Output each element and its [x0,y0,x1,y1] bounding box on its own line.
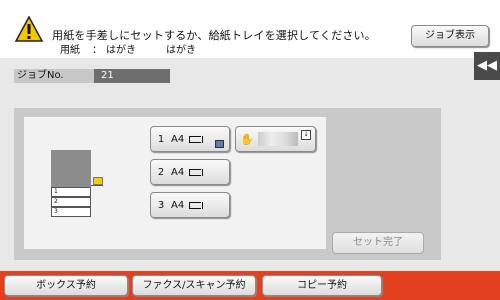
paper-size: A4 [171,133,185,145]
paper-size: A4 [171,166,185,178]
tray-2-button[interactable]: 2 A4 [150,159,230,185]
tray-number: 2 [157,166,165,178]
job-number-value: 21 [94,69,170,83]
warning-icon [15,16,43,42]
tray-number: 1 [157,133,165,145]
paper-separator: ： [92,45,102,56]
set-complete-button[interactable]: セット完了 [332,232,424,254]
hand-icon: ✋ [240,132,254,146]
paper-orientation-icon [189,201,203,209]
bypass-connector [91,185,103,186]
paper-label: 用紙 [60,45,80,56]
double-chevron-left-icon: ◀◀ [477,58,497,73]
tray-3-button[interactable]: 3 A4 [150,192,230,218]
paper-set-icon: ↓ [301,130,311,140]
machine-diagram [51,150,91,187]
tray-number: 3 [157,199,165,211]
side-panel-toggle[interactable]: ◀◀ [474,52,500,80]
bypass-tray-button[interactable]: ✋ ↓ [235,126,316,152]
machine-tray-1: 1 [51,187,91,197]
paper-size: A4 [171,199,185,211]
paper-value-secondary: はがき [166,45,196,56]
paper-type-icon [215,140,224,148]
fax-scan-reserve-button[interactable]: ファクス/スキャン予約 [132,275,256,296]
machine-tray-3: 3 [51,207,91,217]
bypass-paper-preview [258,132,298,146]
paper-orientation-icon [189,168,203,176]
bypass-tray-indicator [93,177,103,185]
paper-orientation-icon [189,135,203,143]
paper-info: 用紙 ： はがき はがき [60,41,196,56]
job-number-label: ジョブNo. [14,69,94,83]
tray-1-button[interactable]: 1 A4 [150,126,230,152]
copy-reserve-button[interactable]: コピー予約 [262,275,382,296]
machine-tray-2: 2 [51,197,91,207]
paper-value-primary: はがき [106,45,136,56]
job-view-button[interactable]: ジョブ表示 [411,25,489,47]
box-reserve-button[interactable]: ボックス予約 [4,275,128,296]
